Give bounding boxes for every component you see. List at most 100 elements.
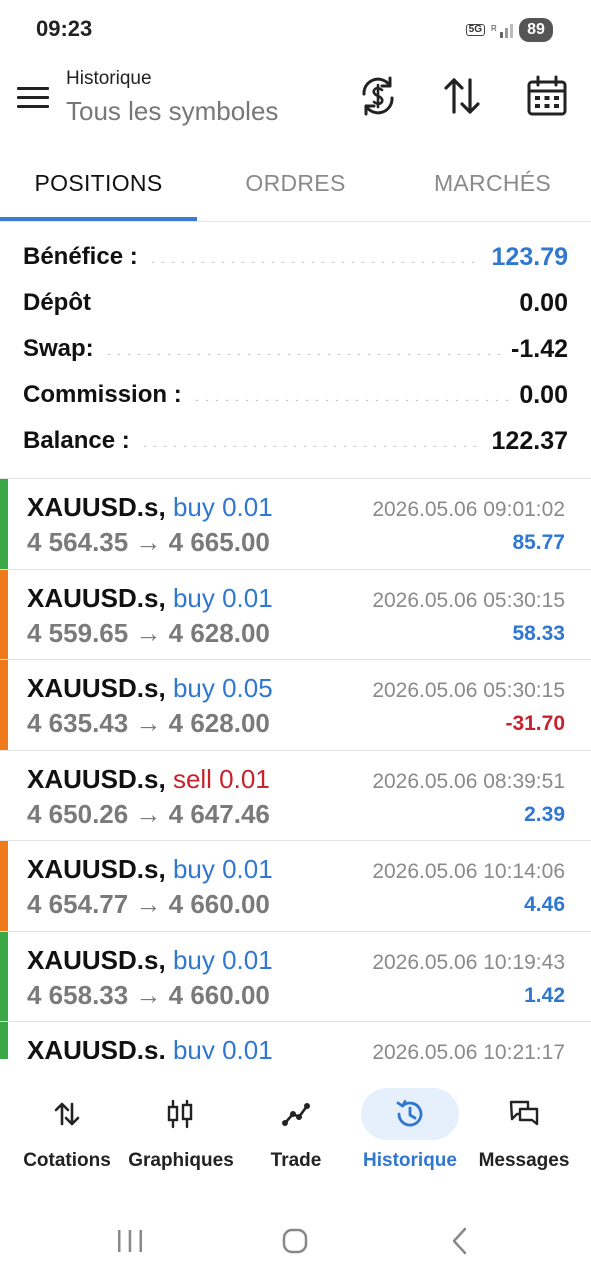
summary-label: Balance : [23, 427, 130, 454]
trade-row[interactable]: XAUUSD.s, buy 0.01 4 564.35 → 4 665.00 2… [0, 479, 591, 570]
app-header: Historique Tous les symboles [0, 60, 591, 140]
trade-history-list[interactable]: XAUUSD.s, buy 0.01 4 564.35 → 4 665.00 2… [0, 479, 591, 1059]
trade-row[interactable]: XAUUSD.s, buy 0.05 4 635.43 → 4 628.00 2… [0, 660, 591, 751]
summary-row-deposit: Dépôt 0.00 [0, 280, 591, 326]
menu-icon[interactable] [14, 78, 52, 116]
trade-direction: buy 0.01 [172, 1035, 273, 1059]
trade-profit: 85.77 [512, 531, 565, 554]
summary-value: 0.00 [519, 288, 568, 317]
trade-time: 2026.05.06 08:39:51 [372, 769, 565, 793]
tab-markets[interactable]: MARCHÉS [394, 146, 591, 220]
signal-icon: R [491, 24, 513, 38]
trade-trend-icon [280, 1098, 312, 1130]
summary-value: -1.42 [511, 334, 568, 363]
symbol-name: XAUUSD.s, [27, 763, 166, 794]
trade-time: 2026.05.06 10:21:17 [372, 1041, 565, 1059]
trade-profit: 58.33 [512, 621, 565, 645]
trade-direction: buy 0.01 [172, 492, 273, 522]
trade-symbol: XAUUSD.s, buy 0.01 [27, 854, 273, 885]
nav-charts[interactable]: Graphiques [122, 1088, 240, 1188]
recent-apps-icon[interactable] [115, 1226, 145, 1256]
trade-row[interactable]: XAUUSD.s, buy 0.01 4 559.65 → 4 628.00 2… [0, 569, 591, 660]
battery-indicator: 89 [519, 18, 553, 42]
trade-time: 2026.05.06 05:30:15 [372, 679, 565, 702]
trade-status-bar [0, 660, 8, 750]
tab-orders[interactable]: ORDRES [197, 146, 394, 220]
summary-value: 123.79 [491, 242, 568, 271]
trade-profit: -31.70 [505, 712, 565, 735]
trade-profit: 1.42 [524, 983, 565, 1007]
home-icon[interactable] [280, 1226, 310, 1256]
dotted-leader [191, 399, 510, 401]
status-indicators: 5G R 89 [465, 16, 553, 44]
symbol-name: XAUUSD.s, [27, 944, 166, 975]
status-bar: 09:23 5G R 89 [0, 0, 591, 60]
summary-row-profit: Bénéfice : 123.79 [0, 234, 591, 280]
trade-status-bar [0, 569, 8, 659]
network-type: 5G [465, 24, 485, 36]
summary-value: 122.37 [491, 426, 568, 455]
calendar-icon[interactable] [525, 74, 569, 118]
summary-panel: Bénéfice : 123.79 Dépôt 0.00 Swap: -1.42… [0, 234, 591, 464]
nav-trade[interactable]: Trade [237, 1088, 355, 1188]
trade-prices: 4 658.33 → 4 660.00 [27, 979, 270, 1010]
trade-symbol: XAUUSD.s, buy 0.01 [27, 1035, 273, 1059]
trade-time: 2026.05.06 10:14:06 [372, 860, 565, 883]
trade-time: 2026.05.06 10:19:43 [372, 950, 565, 974]
sort-icon[interactable] [440, 74, 484, 118]
trade-time: 2026.05.06 09:01:02 [372, 498, 565, 521]
summary-label: Bénéfice : [23, 243, 138, 270]
summary-label: Commission : [23, 381, 182, 408]
quotes-arrows-icon [51, 1098, 83, 1130]
candlestick-chart-icon [165, 1098, 197, 1130]
network-icon: 5G [465, 24, 485, 36]
trade-direction: buy 0.01 [172, 854, 273, 884]
tab-indicator [0, 217, 197, 221]
summary-value: 0.00 [519, 380, 568, 409]
trade-prices: 4 654.77 → 4 660.00 [27, 889, 270, 919]
trade-status-bar [0, 841, 8, 931]
nav-quotes[interactable]: Cotations [8, 1088, 126, 1188]
symbol-name: XAUUSD.s, [27, 673, 166, 703]
trade-direction: buy 0.01 [172, 582, 273, 613]
trade-row[interactable]: XAUUSD.s, buy 0.01 4 658.33 → 4 660.00 2… [0, 931, 591, 1022]
symbol-name: XAUUSD.s, [27, 492, 166, 522]
trade-symbol: XAUUSD.s, buy 0.05 [27, 673, 273, 704]
trade-prices: 4 650.26 → 4 647.46 [27, 798, 270, 829]
symbol-filter[interactable]: Tous les symboles [66, 96, 278, 127]
trade-direction: buy 0.05 [172, 673, 273, 703]
trade-status-bar [0, 1022, 8, 1059]
symbol-name: XAUUSD.s, [27, 582, 166, 613]
dotted-leader [147, 261, 482, 263]
trade-row[interactable]: XAUUSD.s, sell 0.01 4 650.26 → 4 647.46 … [0, 751, 591, 841]
roaming-label: R [491, 24, 497, 33]
tab-positions[interactable]: POSITIONS [0, 146, 197, 220]
trade-profit: 4.46 [524, 893, 565, 916]
symbol-name: XAUUSD.s, [27, 1035, 166, 1059]
currency-exchange-icon[interactable] [356, 74, 400, 118]
trade-symbol: XAUUSD.s, sell 0.01 [27, 764, 270, 795]
back-icon[interactable] [446, 1226, 476, 1256]
nav-history[interactable]: Historique [351, 1088, 469, 1188]
trade-row[interactable]: XAUUSD.s, buy 0.01 2026.05.06 10:21:17 [0, 1022, 591, 1059]
summary-row-swap: Swap: -1.42 [0, 326, 591, 372]
trade-time: 2026.05.06 05:30:15 [372, 588, 565, 612]
dotted-leader [103, 353, 502, 355]
dotted-leader [101, 307, 509, 309]
summary-row-balance: Balance : 122.37 [0, 418, 591, 464]
summary-label: Swap: [23, 335, 94, 362]
trade-symbol: XAUUSD.s, buy 0.01 [27, 583, 273, 614]
trade-profit: 2.39 [524, 802, 565, 826]
trade-direction: sell 0.01 [172, 763, 270, 794]
nav-messages[interactable]: Messages [465, 1088, 583, 1188]
trade-symbol: XAUUSD.s, buy 0.01 [27, 492, 273, 523]
summary-row-commission: Commission : 0.00 [0, 372, 591, 418]
trade-prices: 4 635.43 → 4 628.00 [27, 708, 270, 738]
system-navigation-bar [0, 1200, 591, 1280]
trade-prices: 4 559.65 → 4 628.00 [27, 617, 270, 648]
page-title: Historique [66, 68, 152, 89]
trade-row[interactable]: XAUUSD.s, buy 0.01 4 654.77 → 4 660.00 2… [0, 841, 591, 932]
trade-status-bar [0, 931, 8, 1021]
symbol-name: XAUUSD.s, [27, 854, 166, 884]
nav-label: Messages [478, 1150, 570, 1171]
